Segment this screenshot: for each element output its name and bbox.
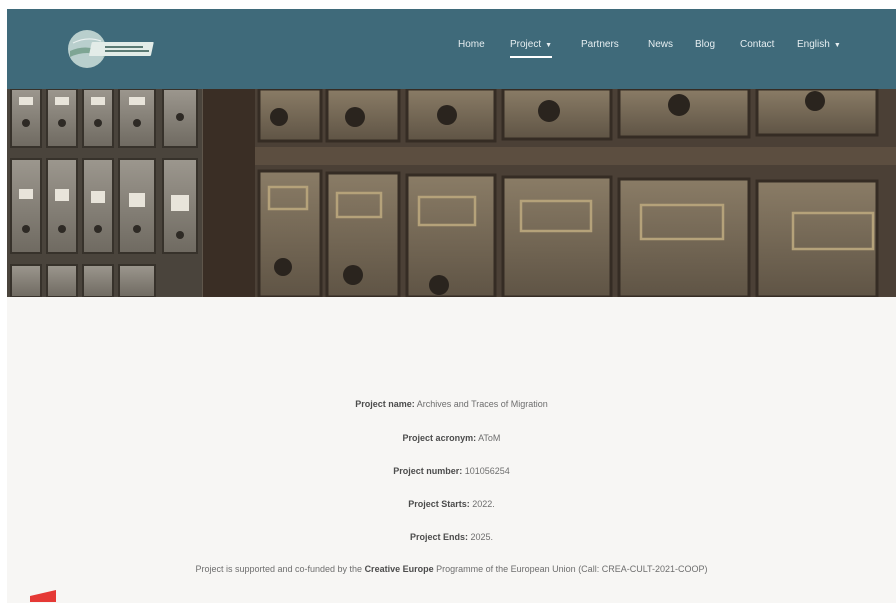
nav-project-label: Project [510,39,542,50]
project-number-label: Project number: [393,466,463,476]
funding-text-post: Programme of the European Union (Call: C… [436,564,708,574]
funding-text-pre: Project is supported and co-funded by th… [195,564,363,574]
chevron-down-icon: ▼ [545,42,553,49]
nav-home-label: Home [458,39,485,50]
nav-language[interactable]: English ▼ [797,39,841,50]
nav-contact-label: Contact [740,39,775,50]
project-ends-label: Project Ends: [409,532,468,542]
project-name-value: Archives and Traces of Migration [416,399,548,409]
project-starts-value: 2022. [472,499,495,509]
nav-news[interactable]: News [648,39,673,50]
main-navigation: Home Project ▼ Partners News Blog Contact… [7,39,896,61]
nav-contact[interactable]: Contact [740,39,774,50]
nav-blog[interactable]: Blog [695,39,715,50]
project-acronym-line: Project acronym: AToM [7,433,896,443]
funding-programme-name: Creative Europe [364,564,434,574]
archive-drawers-image [7,89,896,297]
project-ends-line: Project Ends: 2025. [7,532,896,542]
project-ends-value: 2025. [470,532,494,542]
funding-statement: Project is supported and co-funded by th… [7,564,896,574]
red-corner-mark [30,590,56,602]
nav-blog-label: Blog [695,39,716,50]
project-number-value: 101056254 [464,466,510,476]
project-starts-line: Project Starts: 2022. [7,499,896,509]
nav-project[interactable]: Project ▼ [510,39,553,58]
cabinet-post [203,89,255,297]
left-cabinet [7,89,202,297]
project-number-line: Project number: 101056254 [7,466,896,476]
nav-partners[interactable]: Partners [581,39,619,50]
nav-news-label: News [648,39,674,50]
project-acronym-value: AToM [478,433,501,443]
site-header: Home Project ▼ Partners News Blog Contact… [7,9,896,89]
right-cabinet [255,89,896,297]
project-starts-label: Project Starts: [408,499,470,509]
project-name-label: Project name: [355,399,415,409]
nav-partners-label: Partners [581,39,619,50]
page-frame: Home Project ▼ Partners News Blog Contact… [7,9,896,603]
nav-language-label: English [797,39,830,50]
project-name-line: Project name: Archives and Traces of Mig… [7,399,896,409]
chevron-down-icon: ▼ [833,42,841,49]
project-acronym-label: Project acronym: [402,433,477,443]
nav-home[interactable]: Home [458,39,485,50]
hero-image [7,89,896,297]
project-info: Project name: Archives and Traces of Mig… [7,297,896,603]
